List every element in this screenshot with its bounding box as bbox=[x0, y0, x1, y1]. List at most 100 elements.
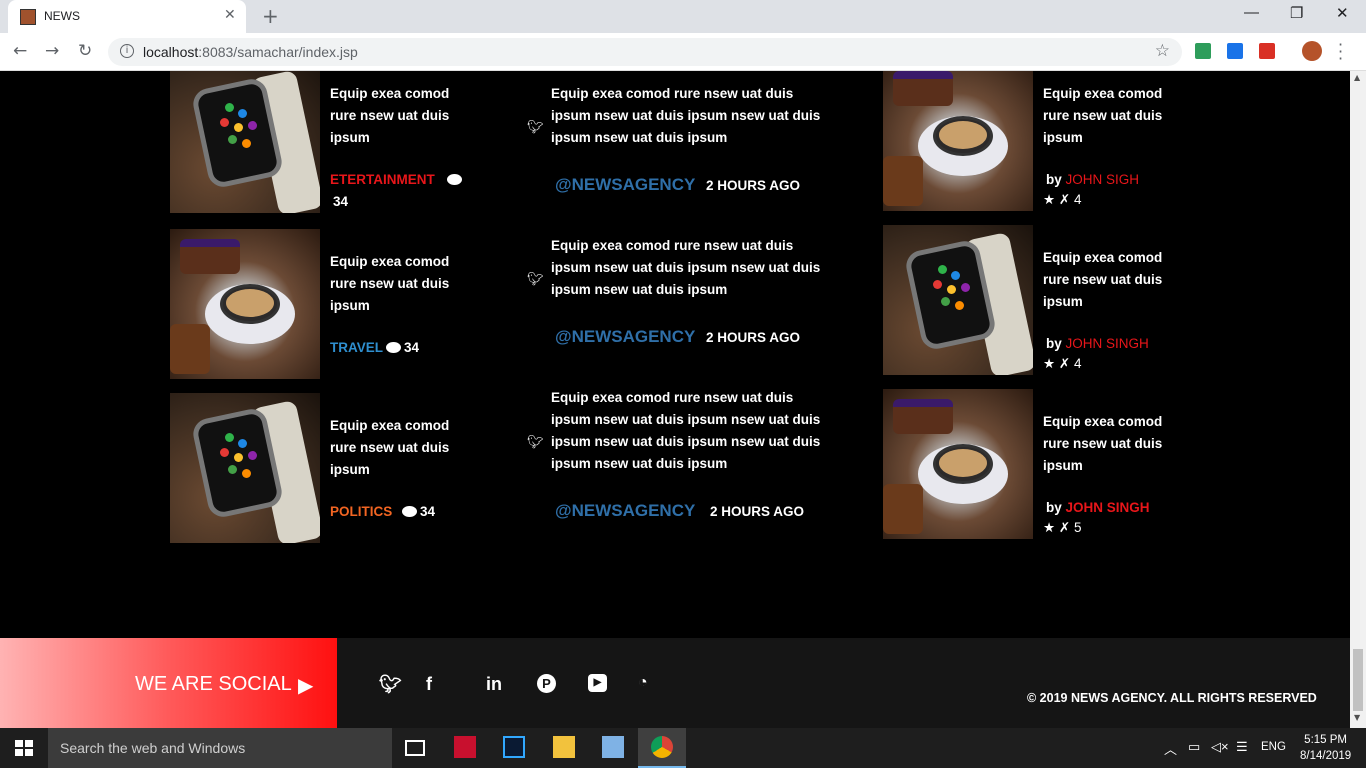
facebook-icon[interactable]: f bbox=[426, 674, 432, 695]
article-thumbnail[interactable] bbox=[883, 71, 1033, 211]
tray-expand-icon[interactable]: ︿ bbox=[1164, 739, 1177, 758]
star-icon: ★ bbox=[1043, 356, 1056, 371]
url-text[interactable]: localhost:8083/samachar/index.jsp bbox=[143, 44, 358, 60]
browser-menu-icon[interactable]: · · · bbox=[1338, 37, 1343, 67]
minimize-icon[interactable]: — bbox=[1244, 4, 1259, 21]
youtube-icon[interactable]: ▶ bbox=[588, 674, 607, 692]
tweet-time: 2 HOURS AGO bbox=[706, 330, 801, 345]
browser-tab[interactable]: NEWS ✕ bbox=[8, 0, 246, 33]
twitter-icon[interactable]: 🐦︎ bbox=[379, 674, 402, 695]
article-summary[interactable]: Equip exea comod rure nsew uat duis ipsu… bbox=[330, 83, 470, 149]
article-thumbnail[interactable] bbox=[883, 389, 1033, 539]
browser-tab-bar: NEWS ✕ + — ❐ ✕ bbox=[0, 0, 1366, 33]
scroll-thumb[interactable] bbox=[1353, 649, 1363, 711]
comment-count[interactable] bbox=[447, 172, 465, 187]
tweet-text: Equip exea comod rure nsew uat duis ipsu… bbox=[551, 238, 821, 297]
twitter-handle[interactable]: @NEWSAGENCY bbox=[555, 175, 695, 195]
chrome-icon bbox=[651, 736, 673, 758]
social-banner: WE ARE SOCIAL ▶ bbox=[0, 638, 337, 728]
address-toolbar: ← → ↻ i localhost:8083/samachar/index.js… bbox=[0, 33, 1366, 71]
extension-search-icon[interactable] bbox=[1227, 43, 1243, 59]
info-icon[interactable]: i bbox=[120, 44, 134, 58]
notifications-icon[interactable]: ☰ bbox=[1236, 739, 1248, 755]
favicon-icon bbox=[20, 9, 36, 25]
article-summary[interactable]: Equip exea comod rure nsew uat duis ipsu… bbox=[330, 251, 470, 317]
linkedin-icon[interactable]: in bbox=[486, 674, 502, 695]
chrome-taskbar-button[interactable] bbox=[638, 728, 686, 768]
article-summary[interactable]: Equip exea comod rure nsew uat duis ipsu… bbox=[1043, 411, 1183, 477]
article-summary[interactable]: Equip exea comod rure nsew uat duis ipsu… bbox=[1043, 247, 1183, 313]
extension-pdf-icon[interactable] bbox=[1259, 43, 1275, 59]
back-icon[interactable]: ← bbox=[13, 41, 27, 61]
rss-icon[interactable]: ◔ bbox=[638, 674, 648, 692]
byline: by JOHN SIGH bbox=[1046, 172, 1140, 187]
profile-avatar[interactable] bbox=[1302, 41, 1322, 61]
twitter-icon: 🐦︎ bbox=[527, 272, 544, 287]
bookmark-star-icon[interactable]: ☆ bbox=[1155, 41, 1170, 61]
author-name[interactable]: JOHN SINGH bbox=[1066, 500, 1150, 515]
acrobat-icon[interactable] bbox=[454, 736, 476, 758]
article-thumbnail[interactable] bbox=[170, 71, 320, 213]
comment-count-value: 34 bbox=[333, 194, 349, 209]
tweet-time: 2 HOURS AGO bbox=[706, 178, 801, 193]
rating: ★ ✗ 5 bbox=[1043, 520, 1082, 535]
author-name[interactable]: JOHN SIGH bbox=[1066, 172, 1140, 187]
tweet-time: 2 HOURS AGO bbox=[710, 504, 805, 519]
article-thumbnail[interactable] bbox=[883, 225, 1033, 375]
tab-title: NEWS bbox=[44, 9, 80, 23]
twitter-handle[interactable]: @NEWSAGENCY bbox=[555, 501, 695, 521]
twitter-icon: 🐦︎ bbox=[527, 435, 544, 450]
windows-taskbar: Search the web and Windows ︿ ▭ ◁× ☰ ENG … bbox=[0, 728, 1366, 768]
author-name[interactable]: JOHN SINGH bbox=[1066, 336, 1149, 351]
comment-icon bbox=[402, 506, 417, 517]
category-label[interactable]: TRAVEL bbox=[330, 340, 383, 355]
article-summary[interactable]: Equip exea comod rure nsew uat duis ipsu… bbox=[330, 415, 470, 481]
taskbar-clock[interactable]: 5:15 PM 8/14/2019 bbox=[1300, 732, 1351, 764]
battery-icon[interactable]: ▭ bbox=[1188, 739, 1200, 755]
footer: WE ARE SOCIAL ▶ 🐦︎ f in P ▶ ◔ © 2019 NEW… bbox=[0, 638, 1350, 728]
copyright-text: © 2019 NEWS AGENCY. ALL RIGHTS RESERVED bbox=[1027, 691, 1317, 705]
close-tab-icon[interactable]: ✕ bbox=[224, 7, 236, 23]
extension-sheets-icon[interactable] bbox=[1195, 43, 1211, 59]
page-scrollbar[interactable]: ▲ ▼ bbox=[1350, 71, 1366, 728]
restore-icon[interactable]: ❐ bbox=[1290, 4, 1303, 22]
file-explorer-icon[interactable] bbox=[553, 736, 575, 758]
star-icon: ★ bbox=[1043, 520, 1056, 535]
new-tab-icon[interactable]: + bbox=[262, 4, 279, 28]
reload-icon[interactable]: ↻ bbox=[78, 41, 92, 61]
page-content: Equip exea comod rure nsew uat duis ipsu… bbox=[0, 71, 1350, 728]
play-arrow-icon: ▶ bbox=[298, 673, 314, 697]
star-icon: ★ bbox=[1043, 192, 1056, 207]
scroll-down-icon[interactable]: ▼ bbox=[1354, 713, 1360, 722]
taskbar-search-placeholder: Search the web and Windows bbox=[60, 740, 246, 756]
comment-icon bbox=[386, 342, 401, 353]
window-close-icon[interactable]: ✕ bbox=[1336, 4, 1349, 22]
article-thumbnail[interactable] bbox=[170, 229, 320, 379]
volume-icon[interactable]: ◁× bbox=[1211, 739, 1229, 755]
rating: ★ ✗ 4 bbox=[1043, 356, 1082, 371]
article-thumbnail[interactable] bbox=[170, 393, 320, 543]
twitter-icon: 🐦︎ bbox=[527, 120, 544, 135]
windows-start-icon[interactable] bbox=[15, 740, 33, 756]
omnibox[interactable]: i localhost:8083/samachar/index.jsp ☆ bbox=[108, 38, 1182, 66]
social-label: WE ARE SOCIAL bbox=[135, 673, 292, 695]
app-cube-icon[interactable] bbox=[602, 736, 624, 758]
scroll-up-icon[interactable]: ▲ bbox=[1354, 73, 1360, 82]
article-summary[interactable]: Equip exea comod rure nsew uat duis ipsu… bbox=[1043, 83, 1183, 149]
taskbar-search[interactable]: Search the web and Windows bbox=[48, 728, 392, 768]
comment-icon bbox=[447, 174, 462, 185]
task-view-icon[interactable] bbox=[405, 740, 425, 756]
rating: ★ ✗ 4 bbox=[1043, 192, 1082, 207]
forward-icon[interactable]: → bbox=[45, 41, 59, 61]
comment-count[interactable]: 34 bbox=[402, 504, 435, 519]
tweet-text: Equip exea comod rure nsew uat duis ipsu… bbox=[551, 390, 821, 471]
byline: by JOHN SINGH bbox=[1046, 336, 1149, 351]
category-label[interactable]: POLITICS bbox=[330, 504, 392, 519]
tweet-text: Equip exea comod rure nsew uat duis ipsu… bbox=[551, 86, 821, 145]
photoshop-icon[interactable] bbox=[503, 736, 525, 758]
comment-count[interactable]: 34 bbox=[386, 340, 419, 355]
pinterest-icon[interactable]: P bbox=[537, 674, 556, 693]
language-indicator[interactable]: ENG bbox=[1261, 741, 1286, 753]
twitter-handle[interactable]: @NEWSAGENCY bbox=[555, 327, 695, 347]
category-label[interactable]: ETERTAINMENT bbox=[330, 172, 435, 187]
